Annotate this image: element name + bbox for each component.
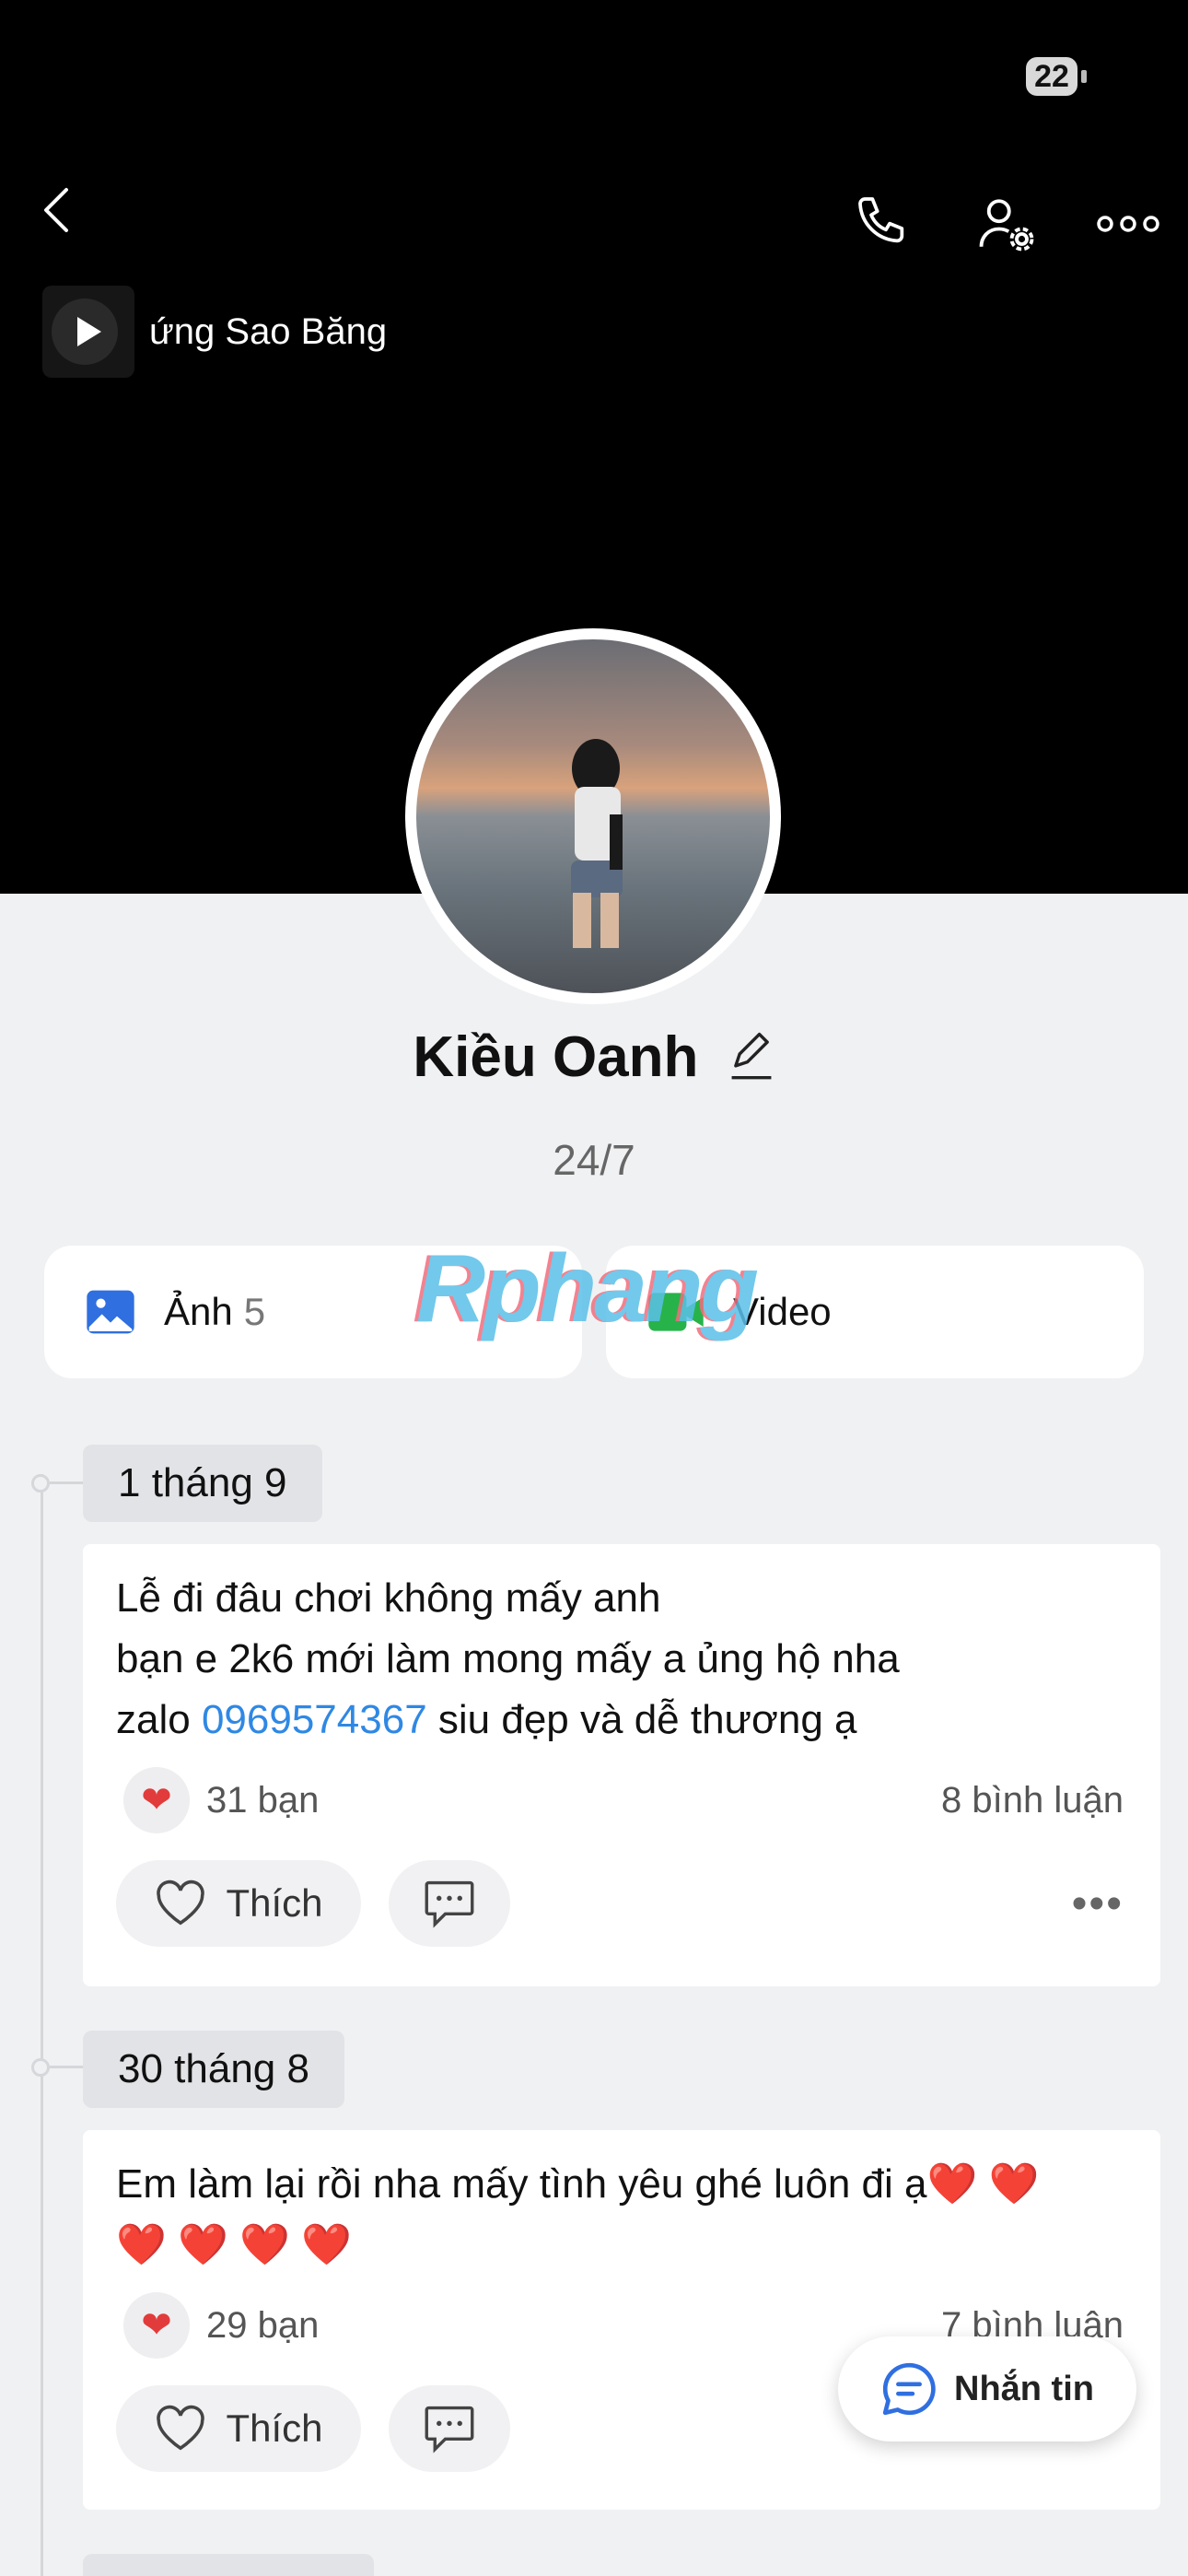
comment-button[interactable] (389, 2385, 510, 2472)
post-date: 30 tháng 8 (83, 2031, 344, 2108)
timeline-connector (50, 1481, 83, 1484)
comment-count[interactable]: 8 bình luận (941, 1780, 1124, 1821)
call-button[interactable] (853, 192, 912, 251)
profile-name-row: Kiều Oanh (0, 1025, 1188, 1095)
chat-bubble-icon (882, 2362, 936, 2416)
comment-button[interactable] (389, 1860, 510, 1947)
post-text: Lễ đi đâu chơi không mấy anh bạn e 2k6 m… (116, 1575, 900, 1742)
like-count: 29 bạn (206, 2304, 320, 2346)
play-icon[interactable] (52, 299, 118, 365)
timeline-dot (31, 2058, 50, 2077)
message-button[interactable]: Nhắn tin (838, 2336, 1136, 2441)
photos-count: 5 (243, 1290, 266, 1333)
timeline-line (41, 1474, 43, 2576)
edit-name-button[interactable] (728, 1026, 775, 1095)
post-actions: Thích ••• (83, 1859, 1160, 1948)
battery-nub (1081, 70, 1087, 83)
phone-link[interactable]: 0969574367 (202, 1697, 427, 1742)
battery-indicator: 22 (1026, 57, 1077, 96)
ellipsis-icon (1097, 216, 1159, 232)
like-count: 31 bạn (206, 1779, 320, 1821)
comment-icon (425, 1880, 474, 1928)
reaction-summary[interactable]: ❤ 31 bạn 8 bình luận (83, 1762, 1160, 1839)
like-button[interactable]: Thích (116, 1860, 361, 1947)
post-text: Em làm lại rồi nha mấy tình yêu ghé luôn… (116, 2161, 1040, 2267)
watermark: Rphang (416, 1235, 759, 1342)
feed-post[interactable]: Em làm lại rồi nha mấy tình yêu ghé luôn… (83, 2130, 1160, 2510)
chevron-left-icon (44, 188, 68, 232)
profile-music[interactable]: ứng Sao Băng (42, 286, 387, 378)
pencil-icon (731, 1032, 772, 1080)
photos-label: Ảnh (164, 1290, 233, 1333)
post-more-icon[interactable]: ••• (1072, 1879, 1124, 1929)
music-title: ứng Sao Băng (149, 310, 388, 352)
profile-name: Kiều Oanh (413, 1025, 699, 1089)
comment-icon (425, 2406, 474, 2453)
heart-icon: ❤ (123, 1767, 190, 1833)
avatar-image (416, 639, 770, 993)
message-button-label: Nhắn tin (954, 2369, 1094, 2408)
more-options-button[interactable] (1096, 214, 1160, 234)
back-button[interactable] (41, 184, 74, 236)
music-thumbnail (42, 286, 134, 378)
profile-bio: 24/7 (553, 1136, 635, 1184)
like-button[interactable]: Thích (116, 2385, 361, 2472)
avatar[interactable] (405, 628, 781, 1004)
feed-post[interactable]: Lễ đi đâu chơi không mấy anh bạn e 2k6 m… (83, 1544, 1160, 1986)
heart-outline-icon (157, 1879, 205, 1926)
profile-settings-button[interactable] (976, 193, 1037, 254)
timeline-connector (50, 2066, 83, 2068)
photo-icon (87, 1290, 134, 1334)
heart-outline-icon (157, 2405, 205, 2451)
timeline-dot (31, 1474, 50, 1493)
phone-icon (858, 197, 904, 243)
post-date: 1 tháng 9 (83, 1445, 322, 1522)
post-date-partial (83, 2554, 374, 2576)
user-settings-icon (979, 199, 1034, 252)
heart-icon: ❤ (123, 2292, 190, 2359)
